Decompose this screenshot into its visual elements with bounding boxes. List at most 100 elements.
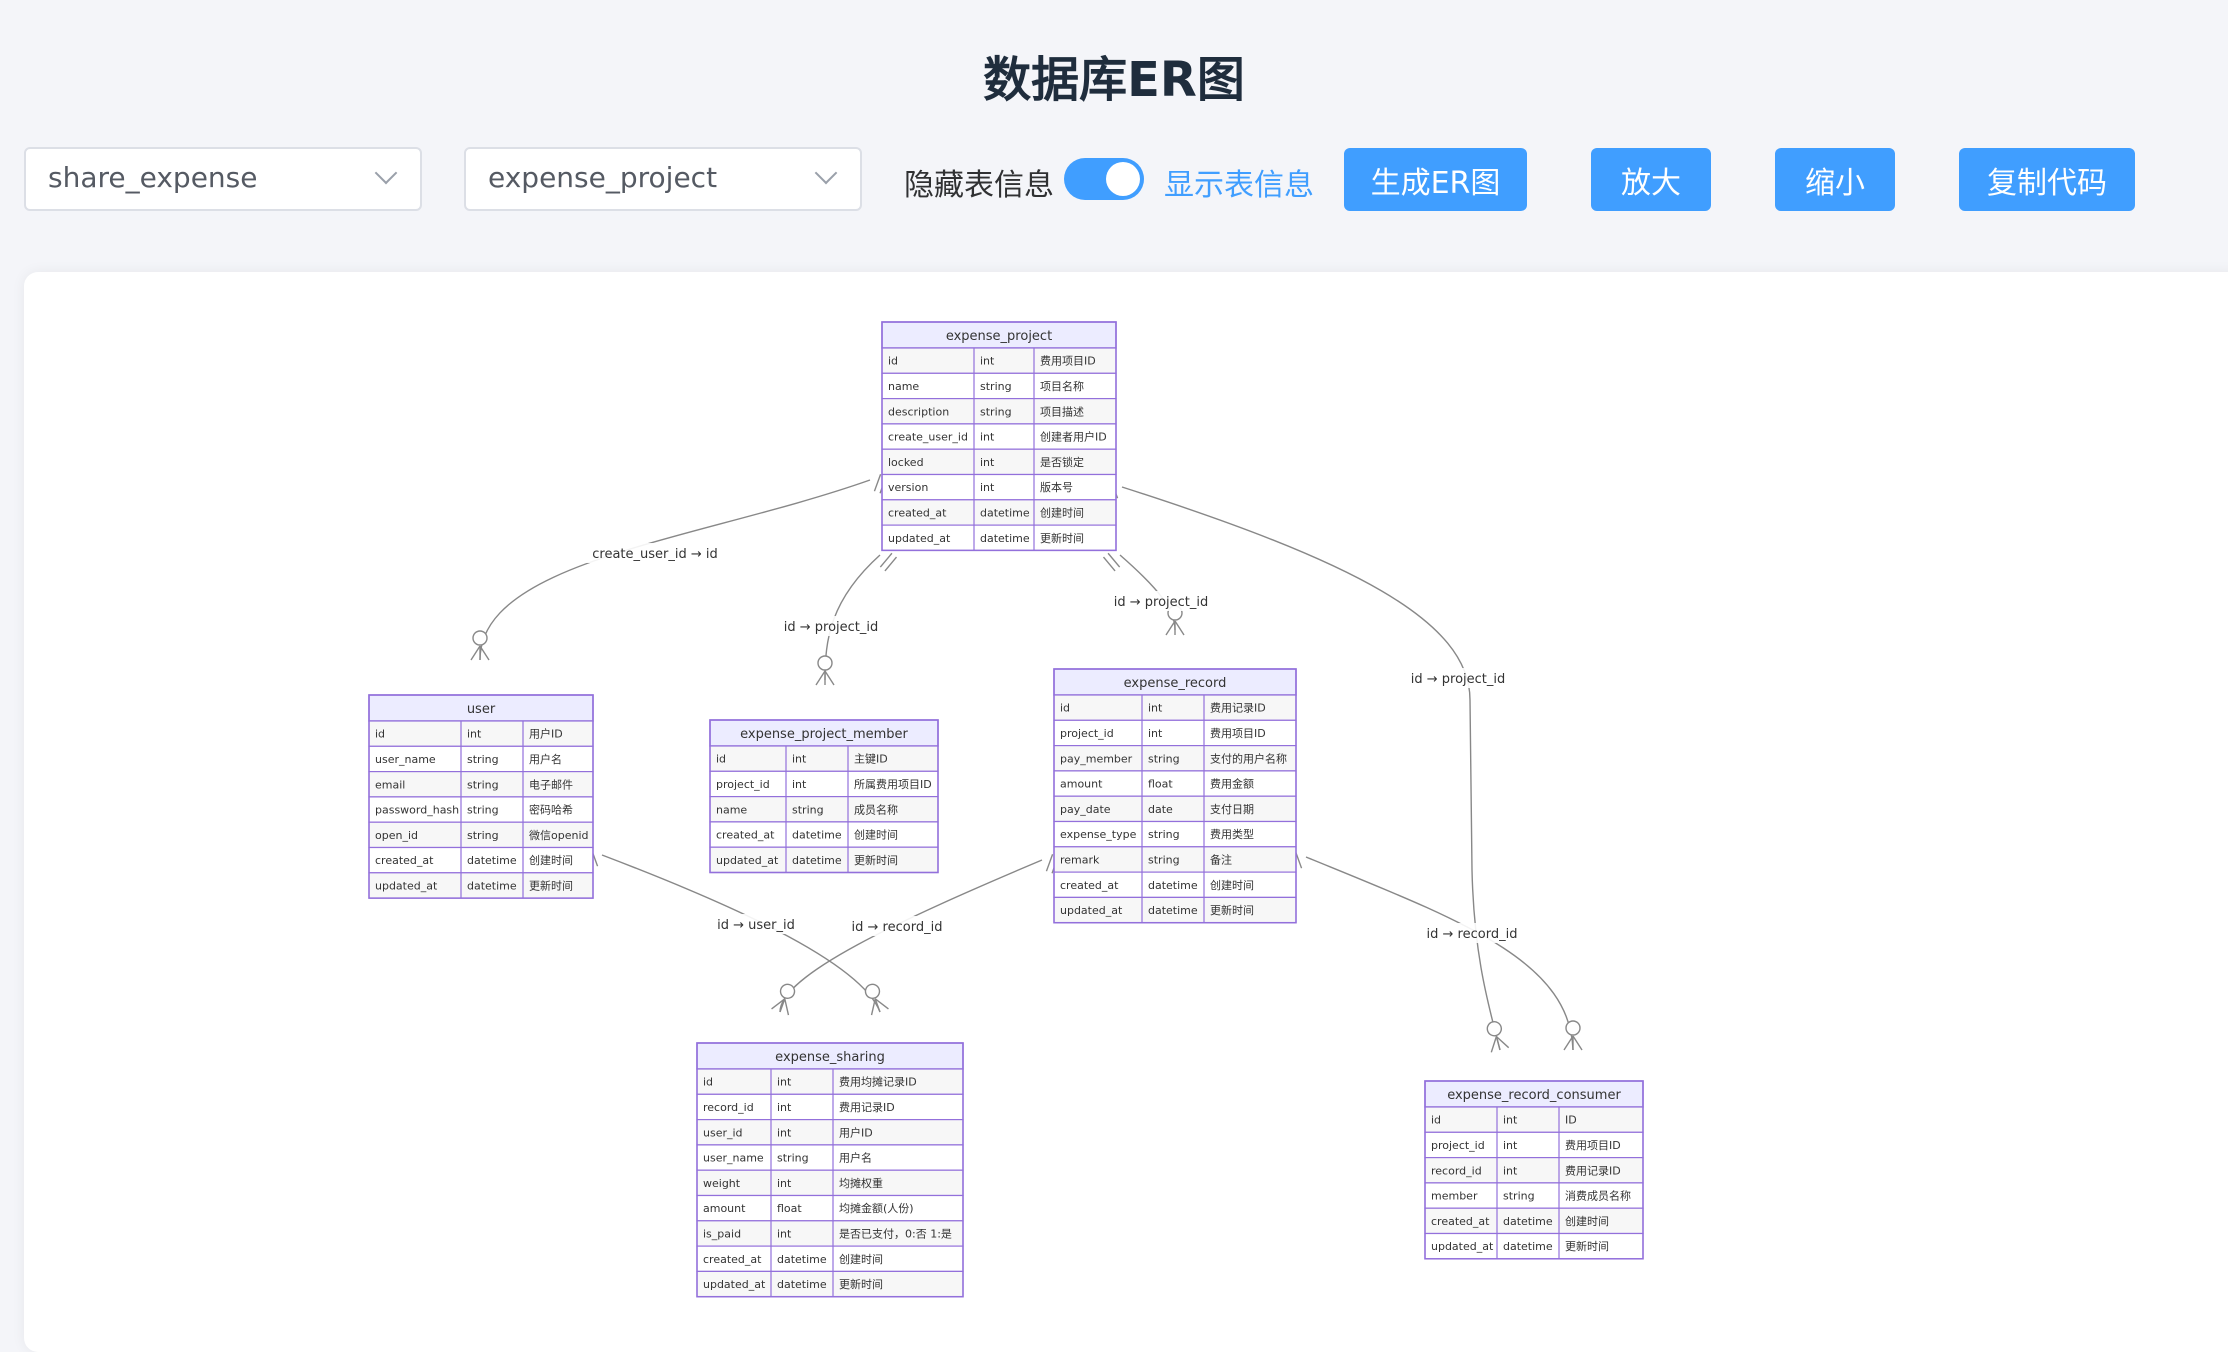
attribute-name: amount: [1060, 778, 1103, 791]
attribute-row: user_id int 用户ID: [696, 1118, 964, 1146]
attribute-type: datetime: [467, 879, 517, 892]
attribute-type: string: [467, 804, 499, 817]
attribute-name: remark: [1060, 853, 1100, 866]
entity-name: user: [467, 702, 496, 717]
chevron-down-icon: [814, 161, 838, 185]
attribute-row: password_hash string 密码哈希: [368, 796, 594, 823]
many-cardinality-marker: [470, 630, 490, 661]
attribute-comment: 费用均摊记录ID: [839, 1075, 917, 1089]
relationship-edge: id → project_id: [1100, 552, 1222, 636]
attribute-name: member: [1431, 1190, 1478, 1203]
copy-code-button[interactable]: 复制代码: [1959, 148, 2135, 211]
attribute-name: project_id: [1060, 727, 1114, 740]
attribute-comment: 项目名称: [1040, 379, 1084, 393]
attribute-type: datetime: [467, 854, 517, 867]
generate-er-button[interactable]: 生成ER图: [1344, 148, 1527, 211]
attribute-row: member string 消费成员名称: [1424, 1182, 1644, 1209]
attribute-row: locked int 是否锁定: [881, 448, 1117, 476]
attribute-name: id: [716, 753, 726, 766]
attribute-row: updated_at datetime 更新时间: [1424, 1232, 1644, 1260]
attribute-type: float: [777, 1202, 802, 1215]
relationship-edge: id → record_id: [1289, 851, 1583, 1051]
one-cardinality-marker: [1102, 552, 1121, 572]
attribute-comment: 费用记录ID: [1565, 1164, 1621, 1177]
attribute-row: is_paid int 是否已支付，0:否 1:是: [696, 1220, 964, 1247]
attribute-comment: ID: [1565, 1114, 1577, 1127]
attribute-row: project_id int 费用项目ID: [1053, 719, 1297, 747]
attribute-name: created_at: [1060, 879, 1119, 892]
attribute-comment: 费用类型: [1210, 827, 1254, 841]
attribute-comment: 更新时间: [1040, 531, 1084, 545]
attribute-type: string: [980, 405, 1012, 418]
attribute-comment: 创建时间: [1565, 1214, 1609, 1228]
attribute-comment: 用户ID: [839, 1125, 873, 1139]
entity-expense-project-member: expense_project_memberid int 主键ID project_i…: [709, 719, 939, 874]
attribute-comment: 更新时间: [1210, 903, 1254, 917]
attribute-name: create_user_id: [888, 431, 968, 444]
attribute-comment: 电子邮件: [529, 778, 573, 791]
many-cardinality-marker: [1486, 1021, 1510, 1053]
attribute-row: updated_at datetime 更新时间: [709, 846, 939, 874]
entity-name: expense_record: [1124, 676, 1227, 691]
attribute-name: updated_at: [1431, 1240, 1494, 1253]
table-select-value: expense_project: [488, 161, 718, 194]
attribute-row: amount float 均摊金额(人份): [696, 1194, 964, 1222]
table-select[interactable]: expense_project: [464, 147, 862, 211]
attribute-name: user_name: [375, 753, 436, 766]
toggle-on-label: 显示表信息: [1164, 168, 1314, 203]
attribute-name: updated_at: [1060, 904, 1123, 917]
attribute-type: string: [1148, 853, 1180, 866]
zoom-out-button[interactable]: 缩小: [1775, 148, 1895, 211]
one-cardinality-marker: [879, 552, 898, 572]
zoom-in-button[interactable]: 放大: [1591, 148, 1711, 211]
attribute-name: record_id: [703, 1101, 754, 1114]
attribute-name: name: [716, 803, 747, 816]
attribute-comment: 创建时间: [854, 828, 898, 842]
many-cardinality-marker: [815, 655, 835, 686]
chevron-down-icon: [374, 161, 398, 185]
attribute-comment: 用户名: [529, 752, 562, 766]
attribute-type: int: [980, 431, 995, 444]
attribute-comment: 项目描述: [1040, 404, 1084, 418]
attribute-name: is_paid: [703, 1227, 741, 1240]
attribute-type: string: [467, 778, 499, 791]
attribute-row: updated_at datetime 更新时间: [368, 872, 594, 899]
entity-name: expense_sharing: [775, 1050, 885, 1065]
entity-expense-sharing: expense_sharingid int 费用均摊记录IDrecord_id int…: [696, 1042, 964, 1298]
relationship-edge: id → project_id: [770, 552, 898, 686]
table-info-toggle[interactable]: [1064, 158, 1144, 200]
attribute-comment: 密码哈希: [529, 803, 573, 817]
attribute-name: pay_date: [1060, 803, 1111, 816]
attribute-name: id: [375, 728, 385, 741]
attribute-comment: 支付的用户名称: [1210, 751, 1287, 765]
page-title: 数据库ER图: [983, 52, 1245, 108]
attribute-row: created_at datetime 创建时间: [709, 821, 939, 848]
attribute-row: created_at datetime 创建时间: [696, 1245, 964, 1272]
attribute-type: int: [777, 1227, 792, 1240]
attribute-comment: 用户名: [839, 1151, 872, 1165]
attribute-row: created_at datetime 创建时间: [368, 846, 594, 874]
attribute-type: datetime: [1503, 1240, 1553, 1253]
attribute-type: int: [777, 1076, 792, 1089]
attribute-comment: 更新时间: [854, 853, 898, 867]
attribute-row: pay_date date 支付日期: [1053, 795, 1297, 823]
attribute-type: int: [980, 355, 995, 368]
attribute-comment: 是否已支付，0:否 1:是: [839, 1227, 952, 1240]
attribute-row: weight int 均摊权重: [696, 1169, 964, 1197]
attribute-name: updated_at: [716, 854, 779, 867]
attribute-comment: 所属费用项目ID: [854, 778, 932, 791]
attribute-row: id int 用户ID: [368, 720, 594, 747]
attribute-row: id int ID: [1424, 1106, 1644, 1133]
toggle-off-label: 隐藏表信息: [904, 168, 1054, 203]
entity-expense-record-consumer: expense_record_consumerid int ID project_id…: [1424, 1080, 1644, 1260]
database-select[interactable]: share_expense: [24, 147, 422, 211]
attribute-name: project_id: [1431, 1139, 1485, 1152]
attribute-comment: 用户ID: [529, 727, 563, 741]
attribute-comment: 消费成员名称: [1565, 1189, 1631, 1203]
attribute-type: int: [777, 1177, 792, 1190]
attribute-name: updated_at: [703, 1278, 766, 1291]
attribute-type: int: [980, 481, 995, 494]
attribute-comment: 更新时间: [1565, 1239, 1609, 1253]
attribute-type: datetime: [1148, 904, 1198, 917]
attribute-row: version int 版本号: [881, 473, 1117, 501]
